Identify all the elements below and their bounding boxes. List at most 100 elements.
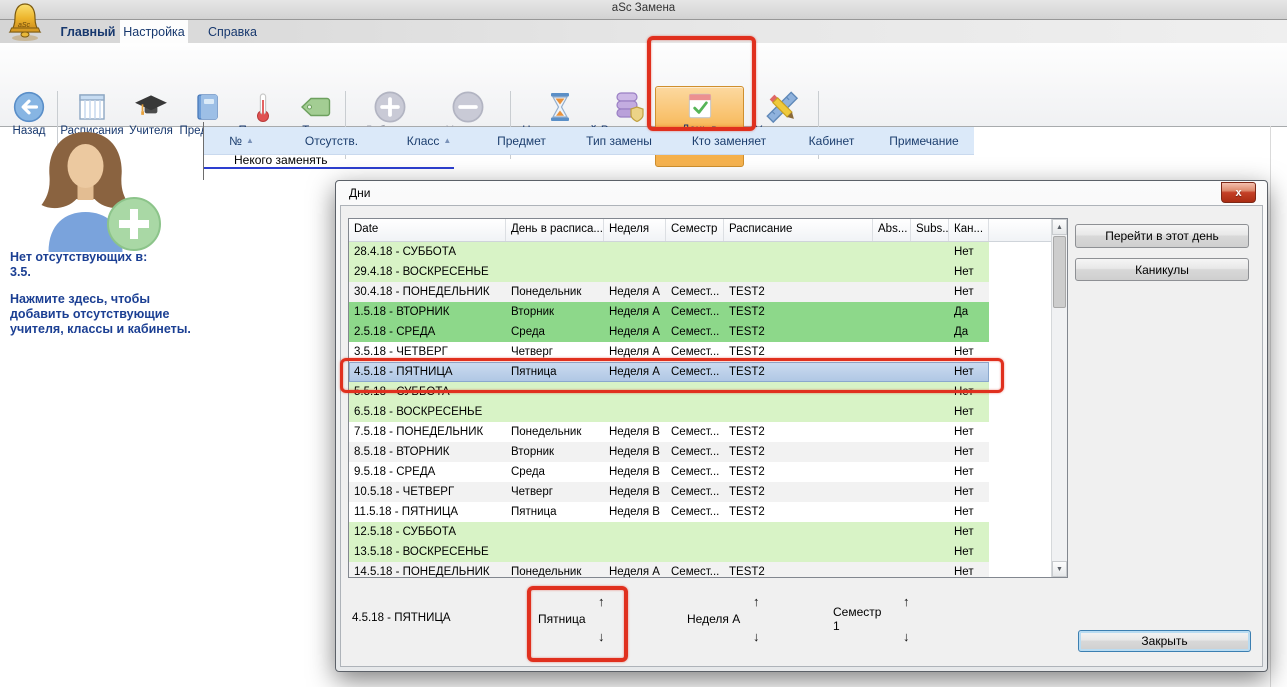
day-row[interactable]: 8.5.18 - ВТОРНИКВторникНеделя BСемест...…	[349, 442, 1051, 462]
day-cell-date: 13.5.18 - ВОСКРЕСЕНЬЕ	[349, 542, 506, 562]
vertical-scrollbar[interactable]: ▲ ▼	[1051, 219, 1067, 577]
main-column-header[interactable]: №▲	[204, 127, 279, 154]
scroll-down-icon[interactable]: ▼	[1052, 561, 1067, 577]
day-up-arrow[interactable]: ↑	[598, 595, 605, 608]
hourglass-icon	[544, 89, 576, 125]
holidays-button[interactable]: Каникулы	[1075, 258, 1249, 281]
days-column-header[interactable]: Subs...	[911, 219, 949, 241]
day-cell-date: 30.4.18 - ПОНЕДЕЛЬНИК	[349, 282, 506, 302]
no-absent-line2: 3.5.	[10, 265, 195, 280]
day-cell-week: Неделя B	[604, 482, 666, 502]
day-cell-abs	[873, 242, 911, 262]
main-table-header: №▲Отсутств.Класс▲ПредметТип заменыКто за…	[204, 127, 974, 155]
day-row[interactable]: 2.5.18 - СРЕДАСредаНеделя AСемест...TEST…	[349, 322, 1051, 342]
day-cell-semester: Семест...	[666, 362, 724, 382]
days-column-header[interactable]: Abs...	[873, 219, 911, 241]
tag-icon	[299, 89, 333, 125]
goto-day-button[interactable]: Перейти в этот день	[1075, 224, 1249, 248]
day-cell-date: 5.5.18 - СУББОТА	[349, 382, 506, 402]
week-spinner-value: Неделя A	[687, 612, 741, 626]
scrollbar-thumb[interactable]	[1053, 236, 1066, 308]
day-cell-semester: Семест...	[666, 302, 724, 322]
day-cell-date: 10.5.18 - ЧЕТВЕРГ	[349, 482, 506, 502]
add-plus-icon[interactable]	[107, 197, 161, 251]
day-cell-schedule: TEST2	[724, 322, 873, 342]
day-row[interactable]: 13.5.18 - ВОСКРЕСЕНЬЕНет	[349, 542, 1051, 562]
day-row[interactable]: 3.5.18 - ЧЕТВЕРГЧетвергНеделя AСемест...…	[349, 342, 1051, 362]
main-column-header[interactable]: Отсутств.	[279, 127, 384, 154]
day-cell-schedule: TEST2	[724, 302, 873, 322]
day-cell-week: Неделя A	[604, 282, 666, 302]
day-row[interactable]: 28.4.18 - СУББОТАНет	[349, 242, 1051, 262]
days-column-header[interactable]: День в расписа...	[506, 219, 604, 241]
day-cell-subs	[911, 522, 949, 542]
day-cell-schedule: TEST2	[724, 362, 873, 382]
day-row[interactable]: 30.4.18 - ПОНЕДЕЛЬНИКПонедельникНеделя A…	[349, 282, 1051, 302]
day-cell-schedule: TEST2	[724, 502, 873, 522]
day-cell-kan: Нет	[949, 262, 989, 282]
day-cell-abs	[873, 422, 911, 442]
ribbon-tab-strip: Главный Настройка Справка	[0, 20, 1287, 43]
semester-up-arrow[interactable]: ↑	[903, 595, 910, 608]
day-row[interactable]: 12.5.18 - СУББОТАНет	[349, 522, 1051, 542]
day-row[interactable]: 5.5.18 - СУББОТАНет	[349, 382, 1051, 402]
day-cell-subs	[911, 242, 949, 262]
no-substitution-text: Некого заменять	[234, 153, 328, 167]
main-column-header[interactable]: Предмет	[474, 127, 569, 154]
day-cell-subs	[911, 422, 949, 442]
day-cell-date: 1.5.18 - ВТОРНИК	[349, 302, 506, 322]
day-row[interactable]: 1.5.18 - ВТОРНИКВторникНеделя AСемест...…	[349, 302, 1051, 322]
days-column-header[interactable]: Расписание	[724, 219, 873, 241]
day-cell-kan: Да	[949, 302, 989, 322]
day-row[interactable]: 7.5.18 - ПОНЕДЕЛЬНИКПонедельникНеделя BС…	[349, 422, 1051, 442]
main-column-header[interactable]: Кто заменяет	[669, 127, 789, 154]
day-cell-semester	[666, 242, 724, 262]
days-column-header[interactable]: Date	[349, 219, 506, 241]
day-down-arrow[interactable]: ↓	[598, 630, 605, 643]
right-edge-line	[1270, 126, 1271, 687]
day-cell-semester	[666, 542, 724, 562]
day-cell-schedule: TEST2	[724, 482, 873, 502]
close-icon[interactable]: x	[1221, 182, 1256, 203]
tab-help[interactable]: Справка	[205, 20, 260, 43]
main-column-header[interactable]: Класс▲	[384, 127, 474, 154]
main-column-header[interactable]: Примечание	[874, 127, 974, 154]
add-absent-hint[interactable]: Нажмите здесь, чтобы добавить отсутствую…	[10, 292, 195, 337]
thermometer-icon	[248, 89, 278, 125]
days-column-header-filler	[989, 219, 1051, 241]
main-column-header[interactable]: Кабинет	[789, 127, 874, 154]
sort-arrow-icon: ▲	[246, 136, 254, 145]
days-column-header[interactable]: Кан...	[949, 219, 989, 241]
semester-down-arrow[interactable]: ↓	[903, 630, 910, 643]
main-column-header[interactable]: Тип замены	[569, 127, 669, 154]
week-down-arrow[interactable]: ↓	[753, 630, 760, 643]
tab-main[interactable]: Главный	[58, 20, 118, 43]
day-cell-subs	[911, 562, 949, 577]
day-row[interactable]: 9.5.18 - СРЕДАСредаНеделя BСемест...TEST…	[349, 462, 1051, 482]
days-column-header[interactable]: Неделя	[604, 219, 666, 241]
day-cell-semester	[666, 522, 724, 542]
days-column-header[interactable]: Семестр	[666, 219, 724, 241]
day-cell-date: 9.5.18 - СРЕДА	[349, 462, 506, 482]
day-row[interactable]: 29.4.18 - ВОСКРЕСЕНЬЕНет	[349, 262, 1051, 282]
day-row[interactable]: 4.5.18 - ПЯТНИЦАПятницаНеделя AСемест...…	[349, 362, 1051, 382]
day-row[interactable]: 10.5.18 - ЧЕТВЕРГЧетвергНеделя BСемест..…	[349, 482, 1051, 502]
day-row[interactable]: 11.5.18 - ПЯТНИЦАПятницаНеделя BСемест..…	[349, 502, 1051, 522]
close-button[interactable]: Закрыть	[1078, 630, 1251, 652]
day-row[interactable]: 6.5.18 - ВОСКРЕСЕНЬЕНет	[349, 402, 1051, 422]
day-cell-abs	[873, 302, 911, 322]
week-up-arrow[interactable]: ↑	[753, 595, 760, 608]
day-cell-subs	[911, 302, 949, 322]
day-cell-date: 12.5.18 - СУББОТА	[349, 522, 506, 542]
day-cell-subs	[911, 282, 949, 302]
day-cell-week: Неделя A	[604, 322, 666, 342]
title-bar: aSc Замена	[0, 0, 1287, 20]
day-cell-semester: Семест...	[666, 502, 724, 522]
database-shield-icon	[611, 89, 647, 125]
day-row[interactable]: 14.5.18 - ПОНЕДЕЛЬНИКПонедельникНеделя A…	[349, 562, 1051, 577]
day-cell-day	[506, 522, 604, 542]
day-cell-week: Неделя B	[604, 502, 666, 522]
tab-settings[interactable]: Настройка	[120, 20, 188, 43]
day-cell-kan: Нет	[949, 462, 989, 482]
scroll-up-icon[interactable]: ▲	[1052, 219, 1067, 235]
